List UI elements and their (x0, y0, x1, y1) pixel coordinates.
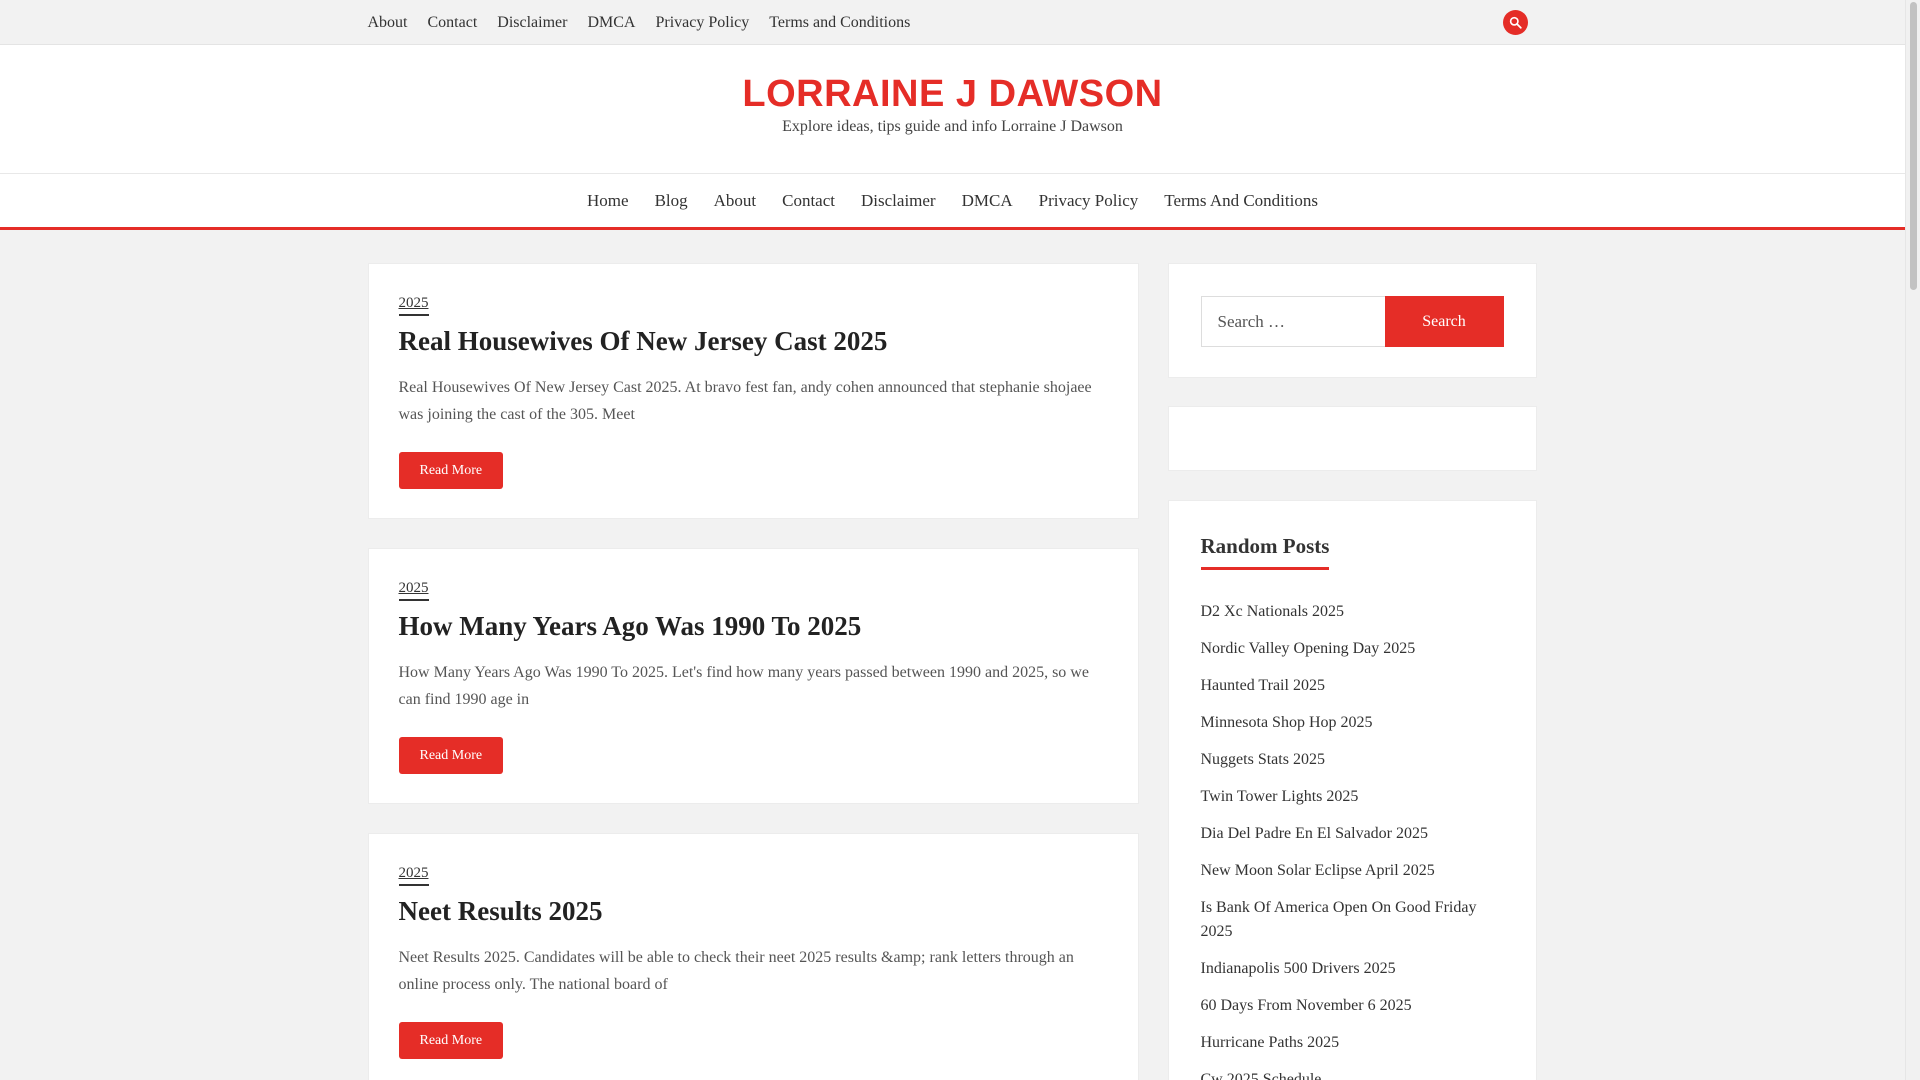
nav-item-dmca[interactable]: DMCA (962, 191, 1013, 211)
post-excerpt: How Many Years Ago Was 1990 To 2025. Let… (398, 664, 1089, 708)
nav-item-disclaimer[interactable]: Disclaimer (861, 191, 936, 211)
list-item[interactable]: Nuggets Stats 2025 (1201, 748, 1504, 772)
nav-item-home[interactable]: Home (587, 191, 629, 211)
search-icon (1509, 16, 1522, 29)
post-card: 2025 How Many Years Ago Was 1990 To 2025… (367, 548, 1139, 804)
list-item[interactable]: Indianapolis 500 Drivers 2025 (1201, 957, 1504, 981)
list-item[interactable]: Nordic Valley Opening Day 2025 (1201, 637, 1504, 661)
random-posts-list: D2 Xc Nationals 2025 Nordic Valley Openi… (1201, 600, 1504, 1080)
scrollbar-thumb[interactable] (1910, 2, 1917, 290)
nav-item-terms[interactable]: Terms And Conditions (1164, 191, 1318, 211)
list-item[interactable]: Minnesota Shop Hop 2025 (1201, 711, 1504, 735)
list-item[interactable]: D2 Xc Nationals 2025 (1201, 600, 1504, 624)
list-item[interactable]: Cw 2025 Schedule (1201, 1068, 1504, 1080)
site-title[interactable]: LORRAINE J DAWSON (0, 74, 1905, 114)
nav-item-blog[interactable]: Blog (655, 191, 688, 211)
main-nav: Home Blog About Contact Disclaimer DMCA … (0, 173, 1905, 230)
post-date[interactable]: 2025 (398, 294, 429, 316)
read-more-button[interactable]: Read More (398, 452, 504, 489)
top-link-contact[interactable]: Contact (428, 14, 478, 32)
nav-item-contact[interactable]: Contact (782, 191, 835, 211)
post-card: 2025 Neet Results 2025 Neet Results 2025… (367, 833, 1139, 1080)
random-posts-widget: Random Posts D2 Xc Nationals 2025 Nordic… (1167, 500, 1537, 1080)
top-bar: About Contact Disclaimer DMCA Privacy Po… (0, 0, 1905, 45)
top-link-privacy-policy[interactable]: Privacy Policy (655, 14, 749, 32)
search-widget: Search (1167, 263, 1537, 378)
post-card: 2025 Real Housewives Of New Jersey Cast … (367, 263, 1139, 519)
post-title[interactable]: Real Housewives Of New Jersey Cast 2025 (399, 324, 1108, 358)
list-item[interactable]: Dia Del Padre En El Salvador 2025 (1201, 822, 1504, 846)
widget-title: Random Posts (1200, 533, 1330, 570)
search-input[interactable] (1200, 296, 1385, 347)
search-button[interactable]: Search (1384, 296, 1504, 347)
nav-item-about[interactable]: About (714, 191, 757, 211)
search-toggle-button[interactable] (1502, 10, 1528, 35)
post-excerpt: Real Housewives Of New Jersey Cast 2025.… (398, 379, 1092, 423)
post-title[interactable]: How Many Years Ago Was 1990 To 2025 (399, 609, 1108, 643)
top-bar-inner: About Contact Disclaimer DMCA Privacy Po… (368, 0, 1538, 45)
site-tagline: Explore ideas, tips guide and info Lorra… (782, 118, 1123, 135)
site-header: LORRAINE J DAWSON Explore ideas, tips gu… (0, 45, 1905, 173)
top-link-disclaimer[interactable]: Disclaimer (497, 14, 567, 32)
post-date[interactable]: 2025 (398, 579, 429, 601)
top-link-terms[interactable]: Terms and Conditions (769, 14, 910, 32)
nav-item-privacy-policy[interactable]: Privacy Policy (1039, 191, 1139, 211)
list-item[interactable]: Is Bank Of America Open On Good Friday 2… (1201, 896, 1504, 944)
post-date[interactable]: 2025 (398, 864, 429, 886)
empty-widget (1167, 406, 1537, 471)
page: About Contact Disclaimer DMCA Privacy Po… (0, 0, 1905, 1080)
list-item[interactable]: 60 Days From November 6 2025 (1201, 994, 1504, 1018)
list-item[interactable]: Twin Tower Lights 2025 (1201, 785, 1504, 809)
post-title[interactable]: Neet Results 2025 (399, 894, 1108, 928)
top-link-dmca[interactable]: DMCA (587, 14, 635, 32)
list-item[interactable]: Haunted Trail 2025 (1201, 674, 1504, 698)
list-item[interactable]: Hurricane Paths 2025 (1201, 1031, 1504, 1055)
read-more-button[interactable]: Read More (398, 1022, 504, 1059)
page-scrollbar[interactable] (1905, 0, 1920, 1080)
top-link-about[interactable]: About (368, 14, 408, 32)
list-item[interactable]: New Moon Solar Eclipse April 2025 (1201, 859, 1504, 883)
read-more-button[interactable]: Read More (398, 737, 504, 774)
post-excerpt: Neet Results 2025. Candidates will be ab… (398, 949, 1074, 993)
